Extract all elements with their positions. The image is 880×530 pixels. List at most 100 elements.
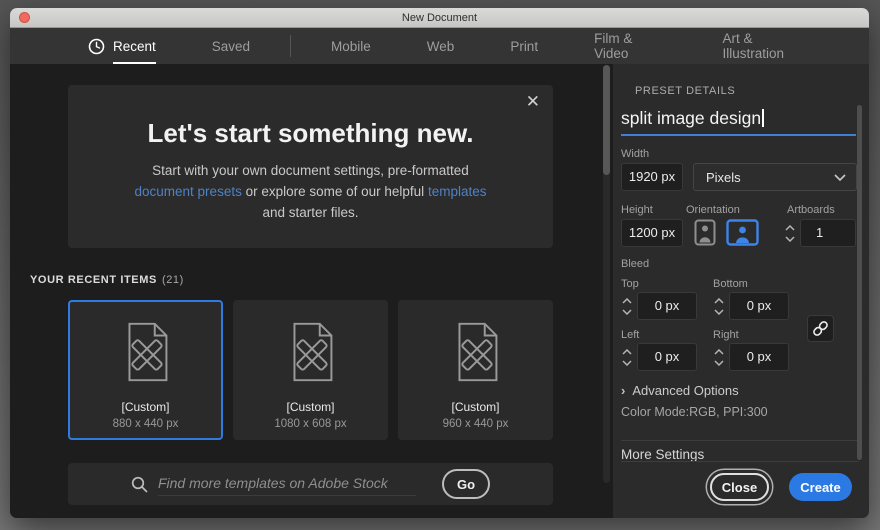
unit-dropdown[interactable]: Pixels [693, 163, 857, 191]
bleed-left-input[interactable]: 0 px [637, 343, 697, 371]
chevron-down-icon[interactable] [714, 360, 724, 366]
chevron-down-icon[interactable] [714, 309, 724, 315]
tabbar: Recent Saved Mobile Web Print Film & Vid… [10, 28, 869, 64]
close-icon[interactable]: ✕ [526, 92, 540, 112]
scrollbar-thumb[interactable] [603, 65, 610, 175]
recent-item-card[interactable]: [Custom] 1080 x 608 px [233, 300, 388, 440]
portrait-orientation-icon[interactable] [694, 219, 716, 246]
height-label: Height [621, 204, 653, 216]
tab-divider [290, 35, 291, 57]
tab-label: Saved [212, 39, 250, 54]
tab-recent[interactable]: Recent [88, 38, 156, 55]
bleed-right-stepper: 0 px [713, 343, 789, 371]
text-cursor [762, 109, 764, 127]
titlebar: New Document [10, 8, 869, 28]
document-icon [70, 317, 221, 387]
banner-text: or explore some of our helpful [242, 184, 428, 199]
bleed-bottom-stepper: 0 px [713, 292, 789, 320]
templates-link[interactable]: templates [428, 184, 487, 199]
chevron-up-icon[interactable] [714, 298, 724, 304]
more-settings-label[interactable]: More Settings [621, 447, 704, 461]
recent-items-list: [Custom] 880 x 440 px [Custom] 1080 x 60… [68, 300, 553, 440]
tab-mobile[interactable]: Mobile [331, 39, 371, 54]
preset-details-panel: PRESET DETAILS split image design Width … [613, 64, 869, 518]
unit-value: Pixels [706, 170, 741, 185]
welcome-banner: ✕ Let's start something new. Start with … [68, 85, 553, 248]
banner-title: Let's start something new. [68, 118, 553, 149]
new-document-dialog: New Document Recent Saved Mobile Web Pri… [10, 8, 869, 518]
recent-content-area: ✕ Let's start something new. Start with … [10, 64, 613, 518]
bleed-left-label: Left [621, 329, 639, 341]
content-scrollbar[interactable] [603, 65, 610, 483]
panel-scrollbar[interactable] [857, 105, 862, 460]
close-button[interactable]: Close [710, 473, 769, 501]
tab-web[interactable]: Web [427, 39, 455, 54]
recent-item-card[interactable]: [Custom] 960 x 440 px [398, 300, 553, 440]
bleed-top-input[interactable]: 0 px [637, 292, 697, 320]
width-input[interactable]: 1920 px [621, 163, 683, 191]
chevron-down-icon[interactable] [622, 360, 632, 366]
window-title: New Document [402, 12, 477, 24]
preset-size: 1080 x 608 px [235, 418, 386, 430]
tab-label: Mobile [331, 39, 371, 54]
orientation-label: Orientation [686, 204, 740, 216]
recent-item-card[interactable]: [Custom] 880 x 440 px [68, 300, 223, 440]
banner-body: Start with your own document settings, p… [135, 161, 487, 224]
bleed-left-stepper: 0 px [621, 343, 697, 371]
chevron-down-icon[interactable] [622, 309, 632, 315]
tab-saved[interactable]: Saved [212, 39, 250, 54]
color-mode-summary: Color Mode:RGB, PPI:300 [621, 405, 768, 419]
bleed-bottom-label: Bottom [713, 278, 748, 290]
panel-divider [621, 440, 859, 441]
width-label: Width [621, 148, 649, 160]
chevron-up-icon[interactable] [622, 298, 632, 304]
go-button[interactable]: Go [442, 469, 490, 499]
bleed-top-label: Top [621, 278, 639, 290]
chevron-down-icon[interactable] [785, 236, 795, 242]
search-input[interactable] [158, 473, 416, 496]
tab-art-illustration[interactable]: Art & Illustration [723, 31, 813, 61]
document-presets-link[interactable]: document presets [135, 184, 242, 199]
adobe-stock-search-bar: Go [68, 463, 553, 505]
chevron-up-icon[interactable] [622, 349, 632, 355]
document-name-value: split image design [621, 108, 761, 128]
recent-items-heading: YOUR RECENT ITEMS(21) [30, 274, 184, 286]
height-input[interactable]: 1200 px [621, 219, 683, 247]
link-icon [812, 320, 829, 337]
tab-label: Print [510, 39, 538, 54]
preset-size: 880 x 440 px [70, 418, 221, 430]
banner-text: and starter files. [262, 205, 358, 220]
advanced-options-toggle[interactable]: › Advanced Options [621, 383, 739, 398]
link-bleed-values-button[interactable] [807, 315, 834, 342]
bleed-right-label: Right [713, 329, 739, 341]
tab-print[interactable]: Print [510, 39, 538, 54]
chevron-down-icon [834, 174, 846, 181]
preset-name: [Custom] [70, 400, 221, 414]
chevron-up-icon[interactable] [714, 349, 724, 355]
document-name-field[interactable]: split image design [621, 108, 856, 136]
document-icon [400, 317, 551, 387]
bleed-bottom-input[interactable]: 0 px [729, 292, 789, 320]
tab-film-video[interactable]: Film & Video [594, 31, 666, 61]
search-icon [131, 476, 148, 493]
bleed-label: Bleed [621, 258, 649, 270]
chevron-right-icon: › [621, 383, 625, 398]
create-button[interactable]: Create [789, 473, 852, 501]
artboards-label: Artboards [787, 204, 835, 216]
bleed-top-stepper: 0 px [621, 292, 697, 320]
preset-size: 960 x 440 px [400, 418, 551, 430]
landscape-orientation-icon[interactable] [726, 219, 759, 246]
close-window-button[interactable] [19, 12, 30, 23]
preset-details-heading: PRESET DETAILS [635, 85, 735, 97]
bleed-right-input[interactable]: 0 px [729, 343, 789, 371]
tab-label: Art & Illustration [723, 31, 813, 61]
advanced-options-label: Advanced Options [632, 383, 738, 398]
recent-items-count: (21) [162, 274, 184, 286]
preset-name: [Custom] [235, 400, 386, 414]
preset-name: [Custom] [400, 400, 551, 414]
tab-label: Recent [113, 39, 156, 54]
clock-icon [88, 38, 105, 55]
artboards-input[interactable]: 1 [800, 219, 856, 247]
tab-label: Web [427, 39, 455, 54]
chevron-up-icon[interactable] [785, 225, 795, 231]
